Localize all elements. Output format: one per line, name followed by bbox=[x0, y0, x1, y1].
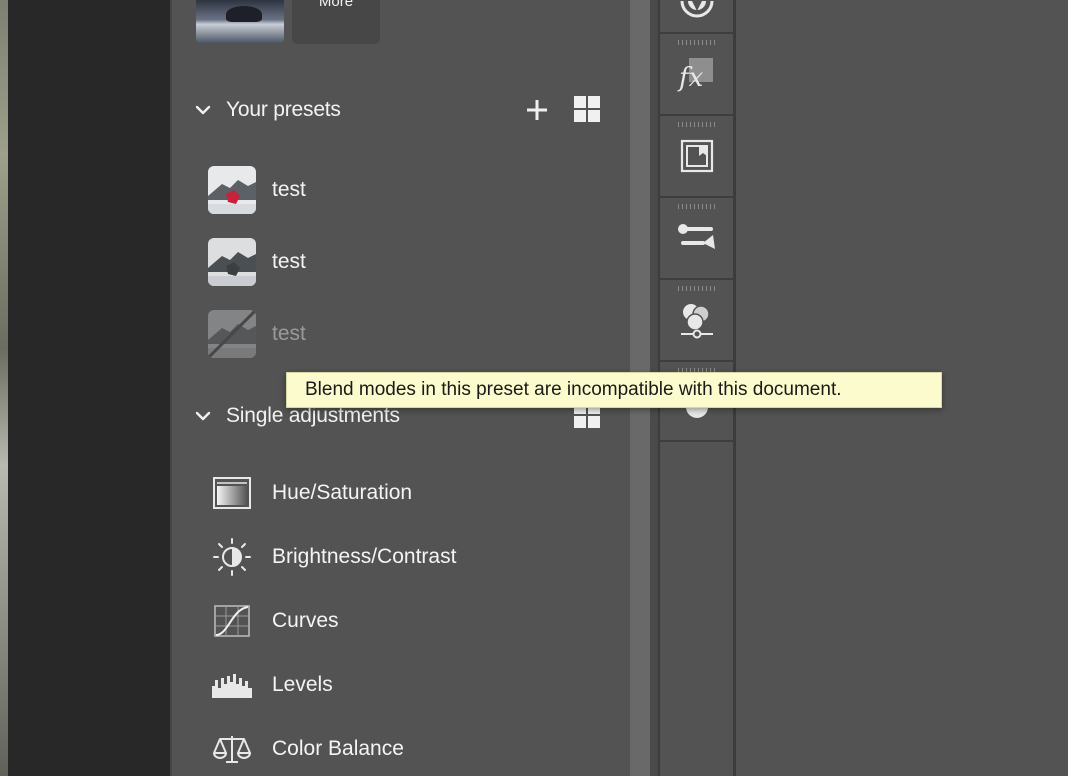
adjustment-color-balance[interactable]: Color Balance bbox=[212, 729, 404, 769]
preset-item[interactable]: test bbox=[208, 238, 306, 286]
levels-icon bbox=[212, 665, 252, 705]
your-presets-header[interactable]: Your presets bbox=[194, 95, 341, 125]
tool-styles[interactable]: fx bbox=[660, 34, 733, 116]
preset-label: test bbox=[272, 250, 306, 273]
chevron-down-icon[interactable] bbox=[194, 101, 212, 119]
tooltip-text: Blend modes in this preset are incompati… bbox=[305, 379, 842, 400]
grid-view-button[interactable] bbox=[572, 94, 602, 124]
libraries-icon bbox=[680, 139, 713, 173]
adjustment-label: Curves bbox=[272, 609, 339, 632]
more-label: More bbox=[318, 0, 354, 10]
grid-view-icon bbox=[574, 96, 600, 122]
aperture-icon bbox=[680, 1, 713, 18]
adjustment-label: Color Balance bbox=[272, 737, 404, 760]
tooltip: Blend modes in this preset are incompati… bbox=[286, 372, 942, 408]
chevron-down-icon[interactable] bbox=[194, 407, 212, 425]
hue-saturation-icon bbox=[212, 473, 252, 513]
preset-label: test bbox=[272, 322, 306, 345]
add-preset-button[interactable] bbox=[522, 95, 552, 125]
tool-adjustments[interactable] bbox=[660, 198, 733, 280]
curves-icon bbox=[212, 601, 252, 641]
adjustment-levels[interactable]: Levels bbox=[212, 665, 333, 705]
toolstrip-empty bbox=[660, 442, 733, 776]
more-button[interactable]: More bbox=[292, 0, 380, 44]
preset-item[interactable]: test bbox=[208, 166, 306, 214]
svg-text:fx: fx bbox=[677, 63, 704, 92]
photo-edge bbox=[0, 0, 8, 776]
preset-thumbnail bbox=[208, 166, 256, 214]
preset-item-disabled[interactable]: test bbox=[208, 310, 306, 358]
color-balance-icon bbox=[212, 729, 252, 769]
tool-aperture[interactable] bbox=[660, 0, 733, 34]
fx-styles-icon: fx bbox=[677, 58, 713, 92]
your-presets-title: Your presets bbox=[226, 98, 341, 121]
adjustment-hue-saturation[interactable]: Hue/Saturation bbox=[212, 473, 412, 513]
adjustment-curves[interactable]: Curves bbox=[212, 601, 339, 641]
adjustment-label: Levels bbox=[272, 673, 333, 696]
preset-thumbnail bbox=[208, 310, 256, 358]
preset-thumbnail-top[interactable] bbox=[196, 0, 284, 44]
preset-label: test bbox=[272, 178, 306, 201]
plus-icon bbox=[527, 100, 547, 120]
tool-libraries[interactable] bbox=[660, 116, 733, 198]
brightness-contrast-icon bbox=[212, 537, 252, 577]
tool-channels[interactable] bbox=[660, 280, 733, 362]
channels-icon bbox=[680, 304, 713, 339]
adjustments-icon bbox=[677, 224, 715, 249]
dark-gutter bbox=[8, 0, 170, 776]
adjustment-label: Hue/Saturation bbox=[272, 481, 413, 504]
preset-thumbnail bbox=[208, 238, 256, 286]
adjustment-label: Brightness/Contrast bbox=[272, 545, 457, 568]
adjustment-brightness-contrast[interactable]: Brightness/Contrast bbox=[212, 537, 456, 577]
